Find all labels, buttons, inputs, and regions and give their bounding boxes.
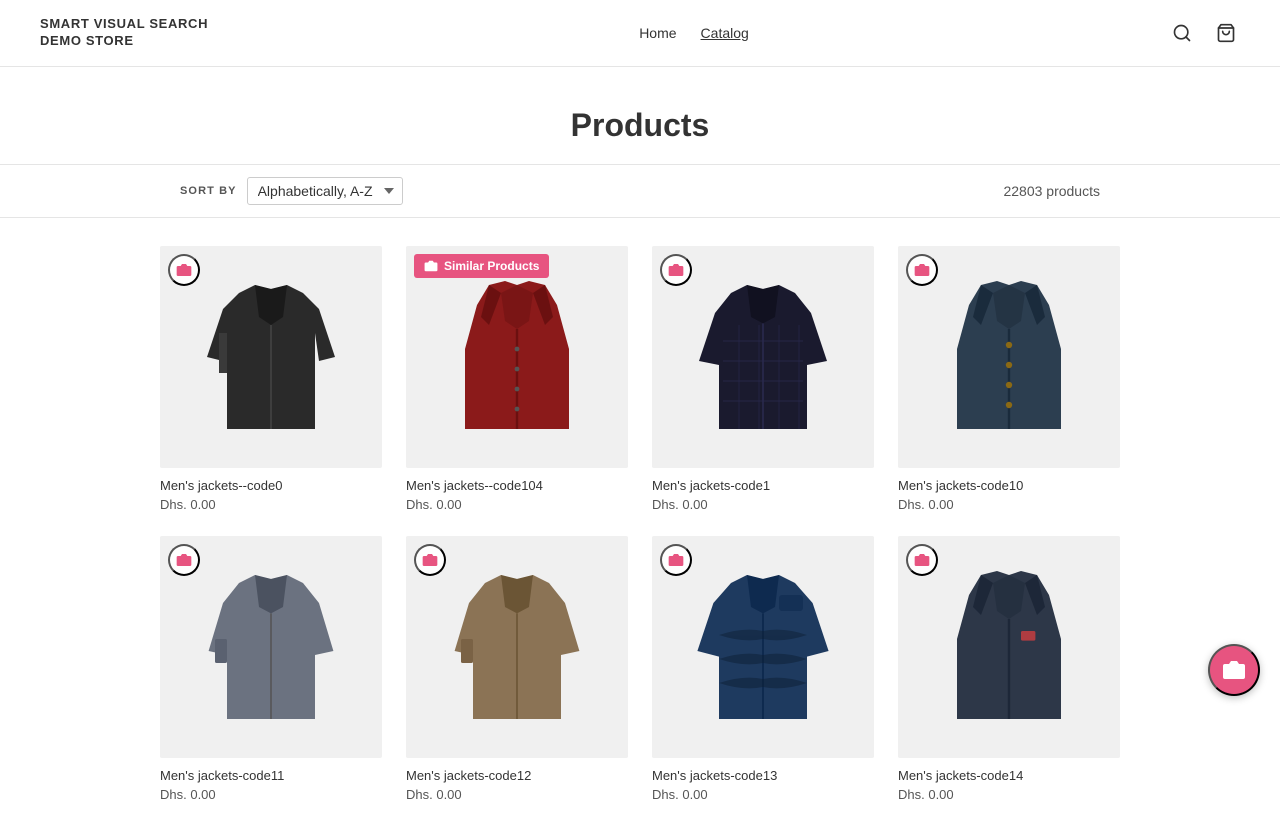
product-image-wrap — [160, 246, 382, 468]
sort-select[interactable]: Alphabetically, A-Z Alphabetically, Z-A … — [247, 177, 403, 205]
product-name: Men's jackets-code1 — [652, 478, 874, 493]
product-price: Dhs. 0.00 — [652, 497, 874, 512]
sort-label: SORT BY — [180, 185, 237, 197]
product-name: Men's jackets-code10 — [898, 478, 1120, 493]
cart-icon — [1216, 23, 1236, 43]
product-image-wrap — [898, 536, 1120, 758]
product-price: Dhs. 0.00 — [160, 497, 382, 512]
product-name: Men's jackets-code11 — [160, 768, 382, 783]
product-image-wrap: Similar Products — [406, 246, 628, 468]
product-card-5[interactable]: Men's jackets-code12 Dhs. 0.00 — [406, 536, 628, 802]
product-name: Men's jackets-code13 — [652, 768, 874, 783]
product-name: Men's jackets-code12 — [406, 768, 628, 783]
product-image — [406, 246, 628, 468]
similar-products-badge[interactable]: Similar Products — [414, 254, 549, 278]
search-icon — [1172, 23, 1192, 43]
product-count: 22803 products — [1003, 183, 1100, 199]
visual-search-button[interactable] — [906, 544, 938, 576]
products-grid: Men's jackets--code0 Dhs. 0.00 Similar Pr… — [0, 226, 1280, 822]
product-image-wrap — [160, 536, 382, 758]
product-price: Dhs. 0.00 — [898, 787, 1120, 802]
product-price: Dhs. 0.00 — [406, 787, 628, 802]
visual-search-button[interactable] — [168, 254, 200, 286]
product-card-4[interactable]: Men's jackets-code11 Dhs. 0.00 — [160, 536, 382, 802]
product-card-3[interactable]: Men's jackets-code10 Dhs. 0.00 — [898, 246, 1120, 512]
camera-icon — [668, 552, 684, 568]
sort-bar: SORT BY Alphabetically, A-Z Alphabetical… — [0, 164, 1280, 218]
visual-search-button[interactable] — [414, 544, 446, 576]
product-card-6[interactable]: Men's jackets-code13 Dhs. 0.00 — [652, 536, 874, 802]
page-title: Products — [20, 107, 1260, 144]
floating-camera-button[interactable] — [1208, 644, 1260, 696]
badge-camera-icon — [424, 259, 438, 273]
header: SMART VISUAL SEARCH DEMO STORE Home Cata… — [0, 0, 1280, 67]
product-card-2[interactable]: Men's jackets-code1 Dhs. 0.00 — [652, 246, 874, 512]
product-image-wrap — [406, 536, 628, 758]
visual-search-button[interactable] — [660, 254, 692, 286]
camera-icon — [914, 262, 930, 278]
product-price: Dhs. 0.00 — [160, 787, 382, 802]
product-card-0[interactable]: Men's jackets--code0 Dhs. 0.00 — [160, 246, 382, 512]
product-price: Dhs. 0.00 — [406, 497, 628, 512]
site-logo: SMART VISUAL SEARCH DEMO STORE — [40, 16, 220, 50]
product-card-1[interactable]: Similar Products Men's jackets--code104 Dh… — [406, 246, 628, 512]
cart-button[interactable] — [1212, 19, 1240, 47]
product-name: Men's jackets-code14 — [898, 768, 1120, 783]
sort-group: SORT BY Alphabetically, A-Z Alphabetical… — [180, 177, 403, 205]
nav-home[interactable]: Home — [639, 25, 676, 41]
camera-icon — [422, 552, 438, 568]
camera-icon — [668, 262, 684, 278]
camera-icon — [914, 552, 930, 568]
camera-icon — [176, 262, 192, 278]
visual-search-button[interactable] — [660, 544, 692, 576]
nav-catalog[interactable]: Catalog — [701, 25, 749, 41]
visual-search-button[interactable] — [168, 544, 200, 576]
floating-camera-icon — [1222, 658, 1246, 682]
product-name: Men's jackets--code104 — [406, 478, 628, 493]
camera-icon — [176, 552, 192, 568]
product-price: Dhs. 0.00 — [898, 497, 1120, 512]
visual-search-button[interactable] — [906, 254, 938, 286]
product-image-wrap — [652, 536, 874, 758]
product-price: Dhs. 0.00 — [652, 787, 874, 802]
product-image-wrap — [898, 246, 1120, 468]
similar-badge-label: Similar Products — [444, 259, 539, 273]
product-image-wrap — [652, 246, 874, 468]
main-nav: Home Catalog — [639, 25, 749, 41]
search-button[interactable] — [1168, 19, 1196, 47]
page-title-section: Products — [0, 67, 1280, 164]
header-icons — [1168, 19, 1240, 47]
product-name: Men's jackets--code0 — [160, 478, 382, 493]
product-card-7[interactable]: Men's jackets-code14 Dhs. 0.00 — [898, 536, 1120, 802]
